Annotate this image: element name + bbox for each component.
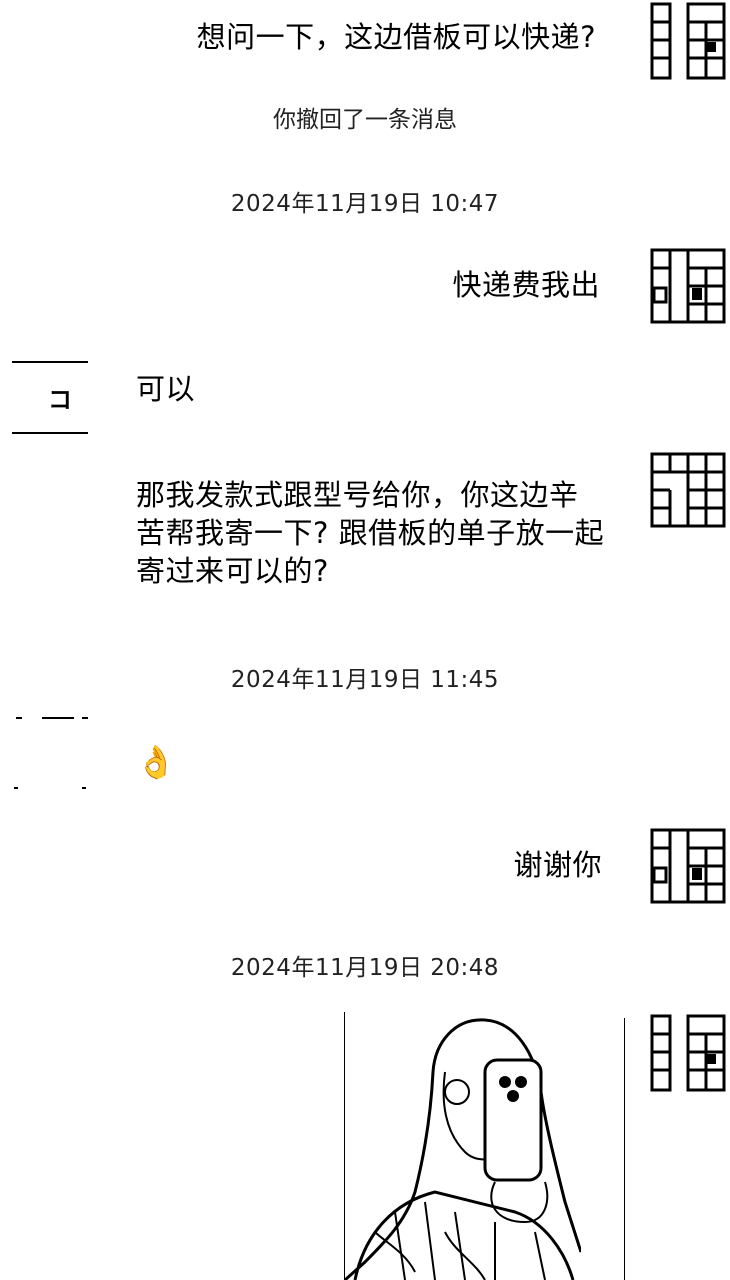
contact-avatar-glyph: コ xyxy=(48,386,72,414)
message-outgoing-1[interactable]: 想问一下，这边借板可以快递? xyxy=(197,18,596,56)
timestamp: 2024年11月19日 11:45 xyxy=(230,667,500,693)
self-avatar-icon[interactable] xyxy=(650,452,726,528)
message-outgoing-4[interactable]: 谢谢你 xyxy=(513,846,602,884)
divider-line xyxy=(624,1018,625,1280)
contact-avatar-icon[interactable]: コ xyxy=(12,360,88,436)
ok-hand-icon[interactable]: 👌 xyxy=(136,742,176,782)
self-avatar-icon[interactable] xyxy=(650,248,726,324)
timestamp: 2024年11月19日 10:47 xyxy=(230,191,500,217)
photo-message[interactable] xyxy=(344,1012,581,1280)
message-outgoing-2[interactable]: 快递费我出 xyxy=(452,266,600,304)
self-avatar-icon[interactable] xyxy=(650,828,726,904)
photo-illustration xyxy=(345,1018,581,1280)
message-incoming-1[interactable]: 可以 xyxy=(136,370,195,408)
self-avatar-icon[interactable] xyxy=(650,2,726,80)
recall-notice: 你撤回了一条消息 xyxy=(273,107,457,133)
self-avatar-icon[interactable] xyxy=(650,1014,726,1092)
contact-avatar-icon[interactable] xyxy=(12,716,88,792)
timestamp: 2024年11月19日 20:48 xyxy=(230,955,500,981)
message-outgoing-3[interactable]: 那我发款式跟型号给你，你这边辛苦帮我寄一下? 跟借板的单子放一起寄过来可以的? xyxy=(136,476,606,590)
